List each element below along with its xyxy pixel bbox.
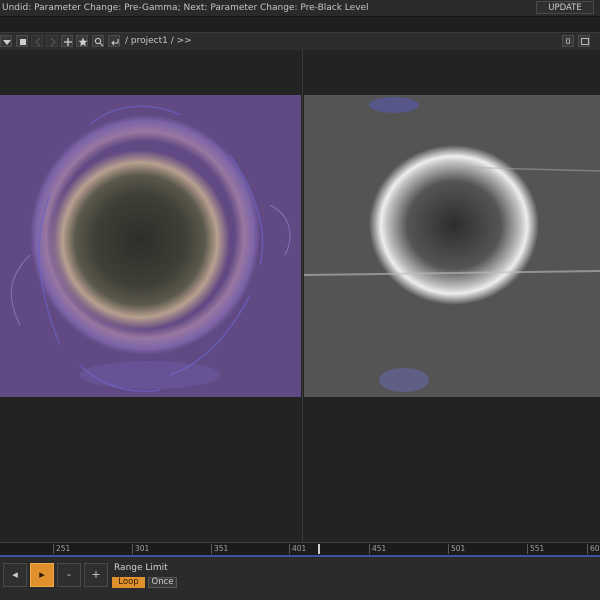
timeline-ruler[interactable]: 251 301 351 401 451 501 551 60 (0, 542, 600, 556)
timeline-tick: 551 (527, 544, 544, 554)
once-toggle[interactable]: Once (148, 577, 177, 588)
play-button[interactable]: ▸ (30, 563, 54, 587)
playback-controls: ◂ ▸ - + Range Limit Loop Once (0, 557, 600, 600)
range-limit-label: Range Limit (114, 563, 168, 573)
playhead-marker[interactable] (318, 544, 320, 554)
network-path[interactable]: / project1 / >> (125, 36, 192, 46)
increment-button[interactable]: + (84, 563, 108, 587)
timeline-tick: 251 (53, 544, 70, 554)
plus-icon[interactable] (61, 35, 73, 47)
star-icon[interactable] (76, 35, 88, 47)
viewer-divider[interactable] (302, 50, 303, 542)
energy-sphere-graphic (10, 105, 291, 392)
timeline-tick: 451 (369, 544, 386, 554)
step-back-button[interactable]: ◂ (3, 563, 27, 587)
timeline-tick: 301 (132, 544, 149, 554)
right-viewer-image (304, 95, 600, 397)
return-icon[interactable] (108, 35, 120, 47)
processed-sphere-graphic (304, 97, 600, 392)
update-button[interactable]: UPDATE (536, 1, 594, 14)
window-icon[interactable] (578, 35, 590, 47)
undo-status-text: Undid: Parameter Change: Pre-Gamma; Next… (2, 3, 369, 13)
timeline-tick: 401 (289, 544, 306, 554)
left-viewer-image (0, 95, 301, 397)
network-toolbar: / project1 / >> 0 (0, 32, 600, 51)
dropdown-arrow-icon[interactable] (0, 35, 12, 47)
stop-icon[interactable] (16, 35, 28, 47)
counter-button[interactable]: 0 (562, 35, 574, 47)
decrement-button[interactable]: - (57, 563, 81, 587)
back-icon[interactable] (31, 35, 43, 47)
timeline-tick: 501 (448, 544, 465, 554)
timeline-tick: 351 (211, 544, 228, 554)
top-strip (0, 17, 600, 32)
status-bar: Undid: Parameter Change: Pre-Gamma; Next… (0, 0, 600, 17)
loop-toggle[interactable]: Loop (112, 577, 145, 588)
timeline-tick: 60 (587, 544, 600, 554)
search-icon[interactable] (92, 35, 104, 47)
forward-icon[interactable] (46, 35, 58, 47)
